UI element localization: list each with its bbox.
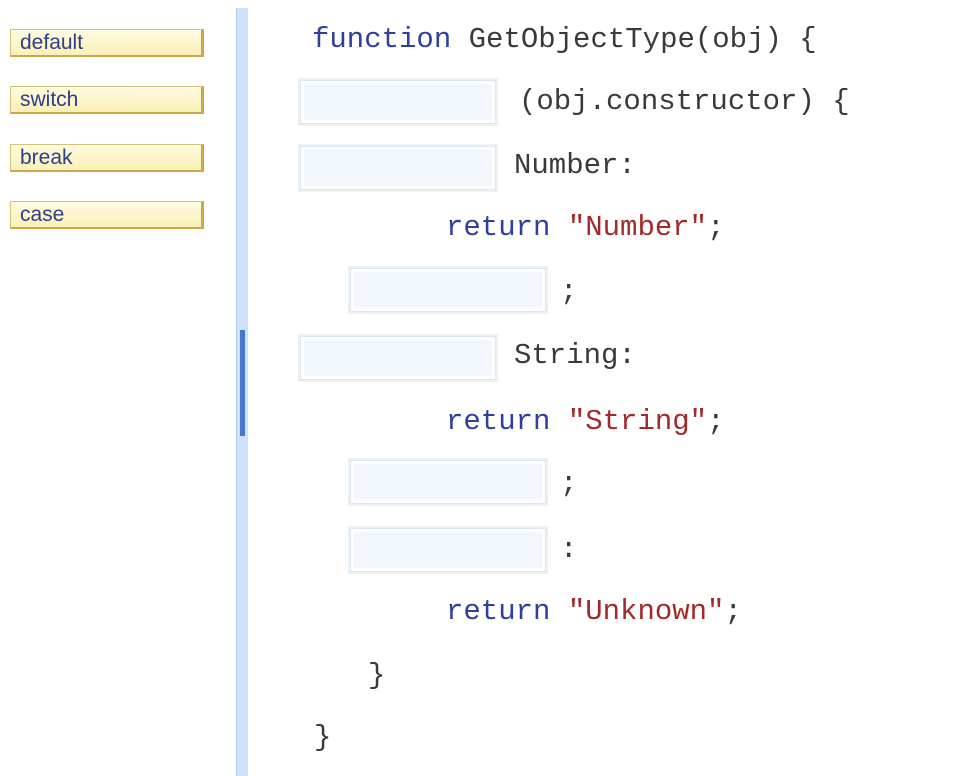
tile-case[interactable]: case xyxy=(10,201,204,229)
code-line-return-unknown: return "Unknown"; xyxy=(446,592,742,632)
return-unknown-string: "Unknown" xyxy=(567,595,725,628)
return-string-string: "String" xyxy=(567,405,708,438)
code-line-case-number: Number: xyxy=(514,149,636,182)
tile-break[interactable]: break xyxy=(10,144,204,172)
code-line-semicolon-2: ; xyxy=(560,467,578,500)
return-keyword: return xyxy=(446,595,551,628)
function-signature: GetObjectType(obj) { xyxy=(451,23,817,56)
keyword-palette: default switch break case xyxy=(0,0,236,776)
drop-zone-5[interactable] xyxy=(350,460,546,504)
semicolon: ; xyxy=(724,595,742,628)
code-line-inner-close: } xyxy=(368,659,386,692)
code-line-switch: (obj.constructor) { xyxy=(519,85,850,118)
return-number-string: "Number" xyxy=(567,211,708,244)
code-line-function: function GetObjectType(obj) { xyxy=(312,20,817,60)
drop-zone-2[interactable] xyxy=(300,146,496,190)
splitter-grip-icon[interactable] xyxy=(240,330,245,436)
code-line-semicolon-1: ; xyxy=(560,275,578,308)
code-line-return-number: return "Number"; xyxy=(446,208,724,248)
drop-zone-1[interactable] xyxy=(300,80,496,124)
code-line-return-string: return "String"; xyxy=(446,402,724,442)
function-keyword: function xyxy=(312,23,452,56)
tile-switch[interactable]: switch xyxy=(10,86,204,114)
return-keyword: return xyxy=(446,405,551,438)
semicolon: ; xyxy=(707,211,725,244)
semicolon: ; xyxy=(707,405,725,438)
code-area: function GetObjectType(obj) { (obj.const… xyxy=(248,0,967,776)
code-line-outer-close: } xyxy=(314,721,332,754)
drop-zone-3[interactable] xyxy=(350,268,546,312)
code-line-default-colon: : xyxy=(560,533,578,566)
tile-default[interactable]: default xyxy=(10,29,204,57)
code-line-case-string: String: xyxy=(514,339,636,372)
return-keyword: return xyxy=(446,211,551,244)
pane-splitter[interactable] xyxy=(236,8,248,776)
drop-zone-6[interactable] xyxy=(350,528,546,572)
drop-zone-4[interactable] xyxy=(300,336,496,380)
